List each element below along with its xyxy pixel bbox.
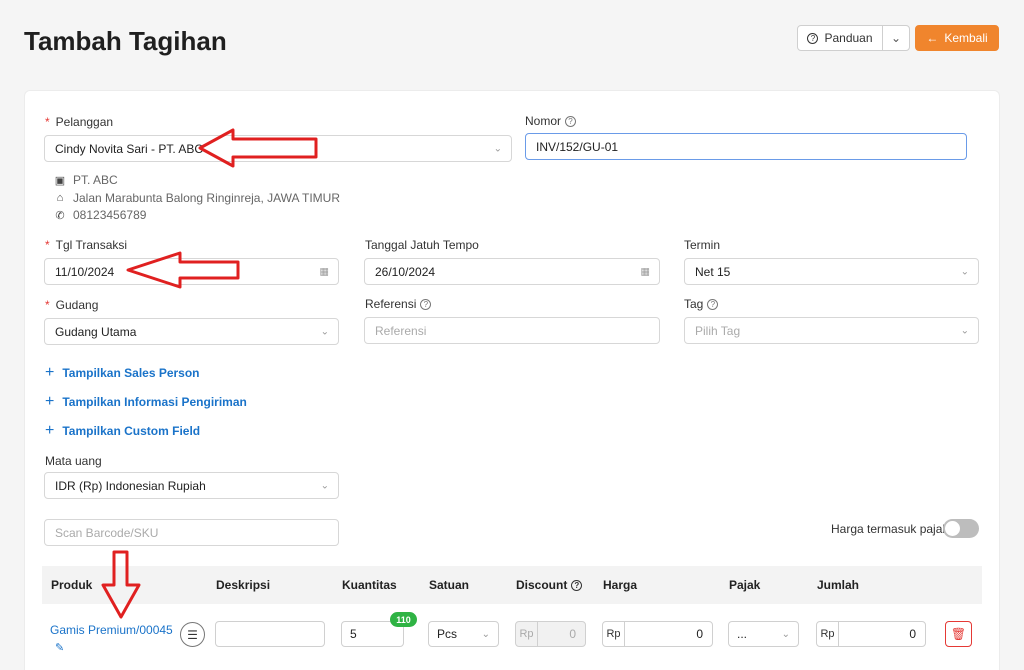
mata-uang-label: Mata uang — [45, 454, 102, 468]
chevron-down-icon: ⌄ — [960, 325, 969, 336]
jumlah-input[interactable]: Rp 0 — [816, 621, 926, 647]
satuan-select[interactable]: Pcs ⌄ — [428, 621, 499, 647]
th-jumlah: Jumlah — [817, 578, 860, 592]
trash-icon[interactable]: 🗑 — [945, 621, 972, 647]
tag-select[interactable]: Pilih Tag ⌄ — [684, 317, 979, 344]
termin-label: Termin — [684, 238, 721, 252]
customer-address: ⌂ Jalan Marabunta Balong Ringinreja, JAW… — [54, 191, 340, 205]
tag-label: Tag ? — [684, 297, 719, 311]
mata-uang-select[interactable]: IDR (Rp) Indonesian Rupiah ⌄ — [44, 472, 339, 499]
plus-icon: + — [45, 393, 55, 410]
panduan-dropdown-button[interactable]: ⌄ — [882, 25, 910, 51]
th-satuan: Satuan — [429, 578, 470, 592]
required-marker: * — [45, 115, 50, 129]
home-icon: ⌂ — [56, 192, 64, 204]
harga-input[interactable]: Rp 0 — [602, 621, 713, 647]
nomor-label: Nomor ? — [525, 114, 577, 128]
toggle-knob — [945, 521, 960, 536]
product-link[interactable]: Gamis Premium/00045 — [50, 623, 173, 637]
chevron-down-icon: ⌄ — [320, 326, 329, 337]
th-harga: Harga — [603, 578, 638, 592]
customer-company: ▣ PT. ABC — [54, 173, 118, 187]
deskripsi-input[interactable] — [215, 621, 325, 647]
panduan-button[interactable]: ? Panduan — [797, 25, 883, 51]
phone-icon: ✆ — [55, 209, 65, 222]
customer-phone: ✆ 08123456789 — [55, 208, 147, 222]
th-discount: Discount ? — [516, 578, 583, 592]
discount-input: Rp 0 — [515, 621, 586, 647]
pelanggan-label: * Pelanggan — [45, 115, 114, 129]
jatuh-tempo-input[interactable]: 26/10/2024 ▦ — [364, 258, 660, 285]
gudang-select[interactable]: Gudang Utama ⌄ — [44, 318, 339, 345]
jatuh-tempo-label: Tanggal Jatuh Tempo — [365, 238, 479, 252]
help-icon: ? — [565, 115, 577, 127]
help-icon: ? — [707, 298, 719, 310]
gudang-label: * Gudang — [45, 298, 99, 312]
page-title: Tambah Tagihan — [24, 26, 227, 56]
id-card-icon: ▣ — [54, 174, 66, 187]
help-icon: ? — [807, 32, 819, 44]
chevron-down-icon: ⌄ — [960, 266, 969, 277]
th-deskripsi: Deskripsi — [216, 578, 271, 592]
plus-icon: + — [45, 422, 55, 439]
pencil-icon[interactable]: ✎ — [55, 641, 64, 654]
chevron-down-icon: ⌄ — [493, 143, 502, 154]
tgl-transaksi-label: * Tgl Transaksi — [45, 238, 128, 252]
show-shipping-info-link[interactable]: + Tampilkan Informasi Pengiriman — [45, 393, 247, 410]
harga-pajak-toggle[interactable] — [943, 519, 979, 538]
th-produk: Produk — [51, 578, 93, 592]
th-kuantitas: Kuantitas — [342, 578, 397, 592]
termin-select[interactable]: Net 15 ⌄ — [684, 258, 979, 285]
chevron-down-icon: ⌄ — [781, 628, 790, 640]
help-icon: ? — [420, 298, 432, 310]
nomor-input[interactable]: INV/152/GU-01 — [525, 133, 967, 160]
referensi-input[interactable]: Referensi — [364, 317, 660, 344]
referensi-label: Referensi ? — [365, 297, 432, 311]
stock-badge: 110 — [390, 612, 417, 627]
chevron-down-icon: ⌄ — [481, 628, 490, 640]
scan-barcode-input[interactable]: Scan Barcode/SKU — [44, 519, 339, 546]
list-icon[interactable]: ☰ — [180, 622, 205, 647]
th-pajak: Pajak — [729, 578, 761, 592]
chevron-down-icon: ⌄ — [890, 31, 902, 45]
kembali-button[interactable]: ← Kembali — [915, 25, 999, 51]
harga-pajak-label: Harga termasuk pajak — [831, 522, 949, 536]
arrow-left-icon: ← — [926, 31, 939, 45]
pajak-select[interactable]: ... ⌄ — [728, 621, 799, 647]
plus-icon: + — [45, 364, 55, 381]
chevron-down-icon: ⌄ — [320, 480, 329, 491]
show-sales-person-link[interactable]: + Tampilkan Sales Person — [45, 364, 200, 381]
tgl-transaksi-input[interactable]: 11/10/2024 ▦ — [44, 258, 339, 285]
pelanggan-select[interactable]: Cindy Novita Sari - PT. ABC ⌄ — [44, 135, 512, 162]
calendar-icon: ▦ — [640, 266, 650, 277]
calendar-icon: ▦ — [319, 266, 329, 277]
show-custom-field-link[interactable]: + Tampilkan Custom Field — [45, 422, 200, 439]
help-icon: ? — [571, 579, 583, 591]
panduan-label: Panduan — [824, 31, 873, 45]
kembali-label: Kembali — [944, 31, 988, 45]
